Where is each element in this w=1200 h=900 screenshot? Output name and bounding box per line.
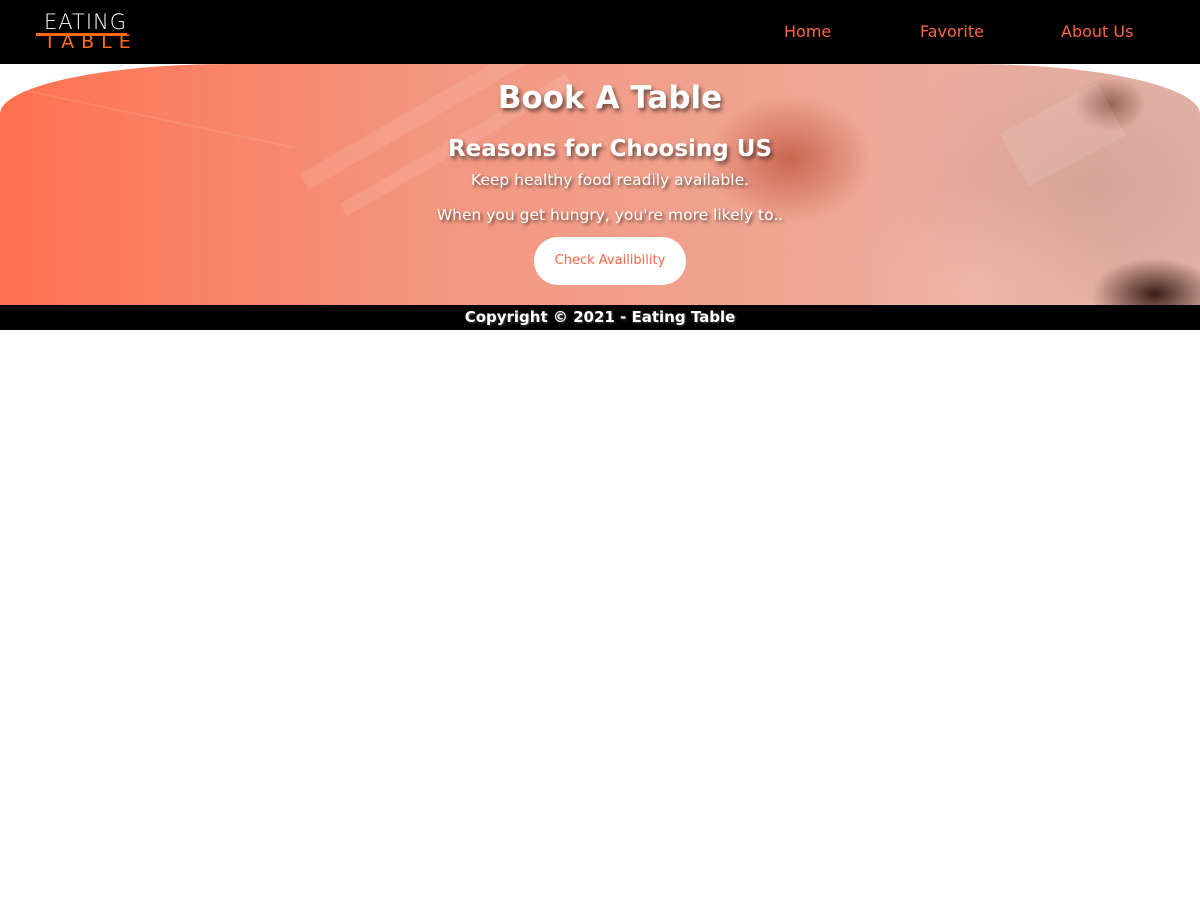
logo[interactable]: EATING TABLE	[36, 10, 131, 54]
hero-text-line-1: Keep healthy food readily available.	[470, 171, 750, 189]
nav-link-home[interactable]: Home	[784, 21, 831, 43]
hero-title: Book A Table	[497, 80, 723, 116]
check-availability-button[interactable]: Check Availibility	[534, 237, 686, 285]
hero-text-line-2: When you get hungry, you're more likely …	[436, 206, 784, 224]
hero-subtitle: Reasons for Choosing US	[447, 136, 773, 162]
copyright-text: Copyright © 2021 - Eating Table	[464, 308, 736, 326]
navbar: EATING TABLE Home Favorite About Us	[0, 0, 1200, 64]
hero-banner: Book A Table Reasons for Choosing US Kee…	[0, 64, 1200, 305]
logo-text-bottom: TABLE	[44, 31, 138, 53]
nav-link-about-us[interactable]: About Us	[1061, 21, 1133, 43]
footer: Copyright © 2021 - Eating Table	[0, 305, 1200, 330]
nav-link-favorite[interactable]: Favorite	[920, 21, 984, 43]
hero-content: Book A Table Reasons for Choosing US Kee…	[0, 64, 1200, 305]
